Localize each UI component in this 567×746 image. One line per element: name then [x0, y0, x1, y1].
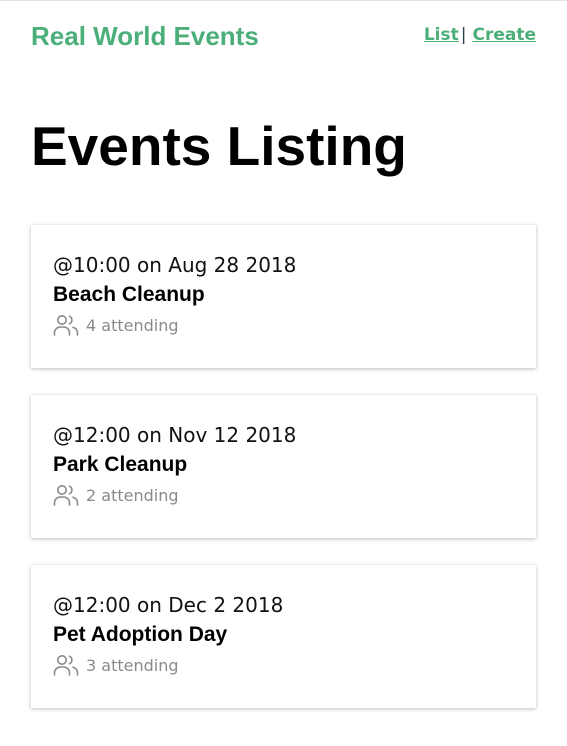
users-icon — [53, 484, 79, 506]
event-card[interactable]: @10:00 on Aug 28 2018 Beach Cleanup 4 at… — [31, 225, 536, 368]
event-title: Pet Adoption Day — [53, 623, 228, 646]
nav-link-list[interactable]: List — [424, 25, 459, 45]
event-list: @10:00 on Aug 28 2018 Beach Cleanup 4 at… — [31, 225, 536, 735]
event-title: Beach Cleanup — [53, 283, 205, 306]
brand-link[interactable]: Real World Events — [31, 21, 259, 52]
event-attendance: 2 attending — [53, 483, 514, 507]
event-time: @12:00 on Dec 2 2018 — [53, 593, 284, 617]
page-title: Events Listing — [31, 115, 407, 177]
attending-count: 2 attending — [86, 485, 179, 505]
nav-links: List | Create — [424, 25, 536, 45]
attending-count: 3 attending — [86, 655, 179, 675]
event-title: Park Cleanup — [53, 453, 188, 476]
nav-separator: | — [460, 25, 467, 45]
attending-count: 4 attending — [86, 315, 179, 335]
event-time: @12:00 on Nov 12 2018 — [53, 423, 297, 447]
event-time: @10:00 on Aug 28 2018 — [53, 253, 297, 277]
event-attendance: 3 attending — [53, 653, 514, 677]
event-attendance: 4 attending — [53, 313, 514, 337]
top-nav: Real World Events List | Create — [0, 1, 567, 71]
event-card[interactable]: @12:00 on Dec 2 2018 Pet Adoption Day 3 … — [31, 565, 536, 708]
users-icon — [53, 314, 79, 336]
event-card[interactable]: @12:00 on Nov 12 2018 Park Cleanup 2 att… — [31, 395, 536, 538]
nav-link-create[interactable]: Create — [472, 25, 536, 45]
users-icon — [53, 654, 79, 676]
